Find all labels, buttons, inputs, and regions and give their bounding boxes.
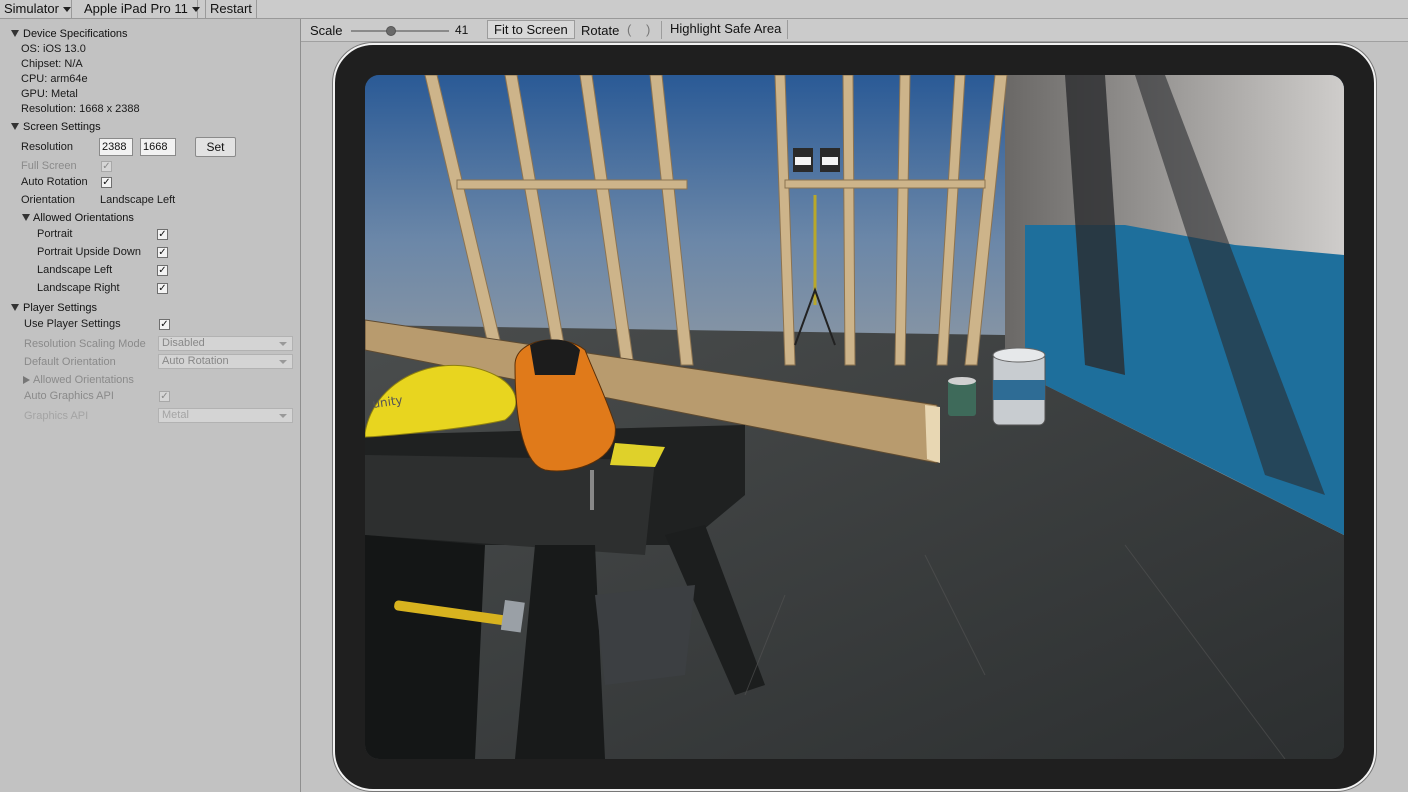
foldout-arrow-icon[interactable] [22,214,30,221]
highlight-safe-area-toggle[interactable]: Highlight Safe Area [664,20,789,39]
graphics-api-label: Graphics API [24,410,89,422]
device-specifications-header[interactable]: Device Specifications [23,27,128,41]
scale-value: 41 [455,23,469,37]
restart-button-label: Restart [210,1,252,16]
player-allowed-orientations-header[interactable]: Allowed Orientations [33,373,134,387]
spec-resolution: Resolution: 1668 x 2388 [21,103,140,115]
rotate-left-icon[interactable]: ( [627,22,631,37]
chevron-down-icon [279,342,287,346]
chevron-down-icon [191,7,200,13]
foldout-arrow-icon[interactable] [11,304,19,311]
foldout-arrow-icon[interactable] [11,30,19,37]
scale-slider-handle[interactable] [386,26,397,36]
screen-settings-header[interactable]: Screen Settings [23,120,101,134]
set-resolution-button[interactable]: Set [195,137,236,157]
default-orientation-label: Default Orientation [24,356,116,368]
graphics-api-dropdown[interactable]: Metal [158,408,293,423]
chevron-down-icon [279,414,287,418]
resolution-height-field[interactable]: 1668 [140,138,176,156]
use-player-settings-checkbox[interactable]: ✓ [159,319,170,330]
game-view-screen[interactable]: unity [365,75,1344,759]
full-screen-checkbox[interactable]: ✓ [101,161,112,172]
spec-cpu: CPU: arm64e [21,73,88,85]
device-dropdown-label: Apple iPad Pro 11 [84,1,188,16]
auto-rotation-checkbox[interactable]: ✓ [101,177,112,188]
use-player-settings-label: Use Player Settings [24,318,121,330]
inspector-panel [0,19,301,792]
default-orientation-dropdown[interactable]: Auto Rotation [158,354,293,369]
player-settings-header[interactable]: Player Settings [23,301,97,315]
orientation-portrait-checkbox[interactable]: ✓ [157,229,168,240]
allowed-orientations-header[interactable]: Allowed Orientations [33,211,134,225]
resolution-scaling-dropdown[interactable]: Disabled [158,336,293,351]
orientation-value: Landscape Left [100,194,176,206]
foldout-arrow-icon[interactable] [23,376,30,384]
orientation-landscape-right-checkbox[interactable]: ✓ [157,283,168,294]
orientation-item-label: Landscape Left [37,264,113,276]
orientation-item-label: Portrait Upside Down [37,246,141,258]
rotate-label: Rotate [581,23,620,38]
spec-os: OS: iOS 13.0 [21,43,86,55]
scale-slider-track[interactable] [351,30,449,32]
graphics-api-value: Metal [162,409,189,421]
chevron-down-icon [62,7,71,13]
spec-gpu: GPU: Metal [21,88,78,100]
resolution-scaling-label: Resolution Scaling Mode [24,338,146,350]
simulator-dropdown-label: Simulator [4,1,59,16]
simulator-dropdown[interactable]: Simulator [0,0,72,18]
fit-to-screen-button[interactable]: Fit to Screen [487,20,575,39]
resolution-label: Resolution [21,141,73,153]
device-dropdown[interactable]: Apple iPad Pro 11 [80,0,200,18]
spec-chipset: Chipset: N/A [21,58,83,70]
default-orientation-value: Auto Rotation [162,355,229,367]
auto-rotation-label: Auto Rotation [21,176,88,188]
foldout-arrow-icon[interactable] [11,123,19,130]
chevron-down-icon [279,360,287,364]
simulator-toolbar: Scale 41 Fit to Screen Rotate ( ) Highli… [301,19,1408,42]
restart-button[interactable]: Restart [205,0,257,18]
scale-label: Scale [310,23,343,38]
construction-scene-image: unity [365,75,1344,759]
main-toolbar: Simulator Apple iPad Pro 11 Restart [0,0,1408,19]
orientation-item-label: Portrait [37,228,73,240]
auto-graphics-api-label: Auto Graphics API [24,390,114,402]
toolbar-divider [661,21,662,39]
resolution-scaling-value: Disabled [162,337,205,349]
full-screen-label: Full Screen [21,160,77,172]
orientation-portrait-upside-down-checkbox[interactable]: ✓ [157,247,168,258]
orientation-label: Orientation [21,194,75,206]
resolution-width-field[interactable]: 2388 [99,138,133,156]
rotate-right-icon[interactable]: ) [646,22,650,37]
auto-graphics-api-checkbox[interactable]: ✓ [159,391,170,402]
orientation-landscape-left-checkbox[interactable]: ✓ [157,265,168,276]
orientation-item-label: Landscape Right [37,282,120,294]
